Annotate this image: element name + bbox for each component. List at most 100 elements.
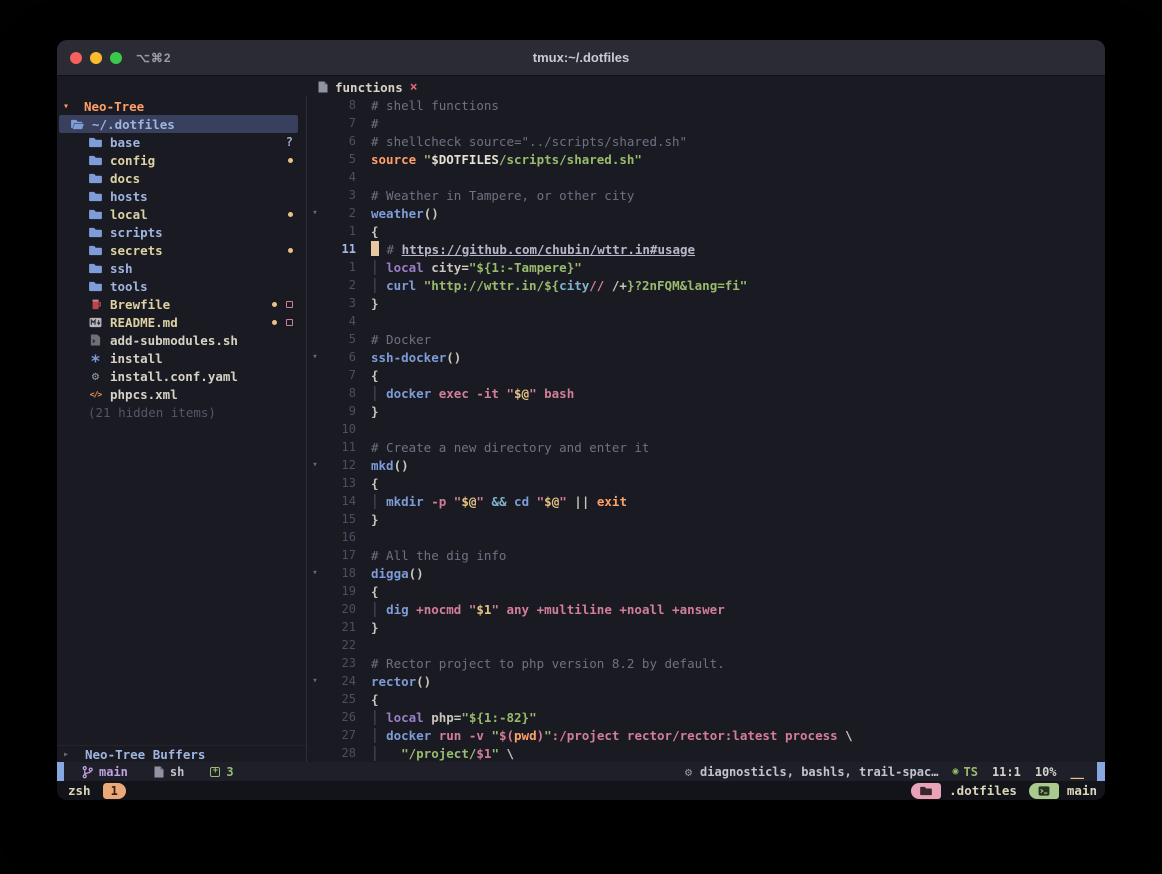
code-line[interactable]: 14│ mkdir -p "$@" && cd "$@" || exit <box>308 492 1105 510</box>
code-line[interactable]: 1│ local city="${1:-Tampere}" <box>308 258 1105 276</box>
tree-item-local[interactable]: local <box>57 205 306 223</box>
tmux-session-badge[interactable] <box>911 783 941 799</box>
neotree-root-header[interactable]: ▾Neo-Tree <box>57 97 306 115</box>
code-line[interactable]: 7# <box>308 114 1105 132</box>
code-token: () <box>446 350 461 365</box>
code-line[interactable]: 4 <box>308 168 1105 186</box>
code-line[interactable]: 26│ local php="${1:-82}" <box>308 708 1105 726</box>
line-number: 5 <box>322 152 356 166</box>
code-line[interactable]: 15} <box>308 510 1105 528</box>
code-line[interactable]: 9} <box>308 402 1105 420</box>
terminal-window: ⌥⌘2 tmux:~/.dotfiles functions × ▾Neo-Tr… <box>57 40 1105 800</box>
code-token: docker <box>386 728 431 743</box>
code-line[interactable]: 10 <box>308 420 1105 438</box>
code-line[interactable]: 5# Docker <box>308 330 1105 348</box>
line-text: # https://github.com/chubin/wttr.in#usag… <box>371 241 695 257</box>
tree-item-scripts[interactable]: scripts <box>57 223 306 241</box>
tree-item-hosts[interactable]: hosts <box>57 187 306 205</box>
statusline-end-block <box>1097 762 1105 781</box>
tree-item-readme-md[interactable]: README.md <box>57 313 306 331</box>
code-line[interactable]: 21} <box>308 618 1105 636</box>
tree-item-phpcs-xml[interactable]: </>phpcs.xml <box>57 385 306 403</box>
tree-item-install-conf-yaml[interactable]: ⚙install.conf.yaml <box>57 367 306 385</box>
line-text: digga() <box>371 566 424 581</box>
code-line[interactable]: ▾18digga() <box>308 564 1105 582</box>
code-token: -p " <box>424 494 462 509</box>
code-line[interactable]: ▾2weather() <box>308 204 1105 222</box>
tree-item-secrets[interactable]: secrets <box>57 241 306 259</box>
code-line[interactable]: 2 │ curl "http://wttr.in/${city// /+}?2nF… <box>308 276 1105 294</box>
line-text: │ curl "http://wttr.in/${city// /+}?2nFQ… <box>371 278 747 293</box>
code-line[interactable]: 25{ <box>308 690 1105 708</box>
tree-item-config[interactable]: config <box>57 151 306 169</box>
tmux-window-index-badge[interactable]: 1 <box>103 783 126 799</box>
code-line[interactable]: 3# Weather in Tampere, or other city <box>308 186 1105 204</box>
line-number: 15 <box>322 512 356 526</box>
tree-item-ssh[interactable]: ssh <box>57 259 306 277</box>
line-number: 2 <box>322 278 356 292</box>
tree-item-brewfile[interactable]: Brewfile <box>57 295 306 313</box>
line-text: { <box>371 692 379 707</box>
code-line[interactable]: 1{ <box>308 222 1105 240</box>
line-text: # shell functions <box>371 98 499 113</box>
tab-functions[interactable]: functions × <box>318 78 418 96</box>
code-line[interactable]: 3} <box>308 294 1105 312</box>
code-line[interactable]: 11# Create a new directory and enter it <box>308 438 1105 456</box>
code-line[interactable]: ▾12mkd() <box>308 456 1105 474</box>
code-line[interactable]: 22 <box>308 636 1105 654</box>
tree-item-label: README.md <box>110 315 178 330</box>
chevron-right-icon: ▸ <box>57 749 75 760</box>
code-line[interactable]: 20│ dig +nocmd "$1" any +multiline +noal… <box>308 600 1105 618</box>
tree-item-tools[interactable]: tools <box>57 277 306 295</box>
code-token: " <box>491 728 499 743</box>
cursor-position: 11:1 <box>992 765 1021 779</box>
neotree-buffers-section[interactable]: ▸ Neo-Tree Buffers <box>57 745 306 762</box>
fold-chevron-icon[interactable]: ▾ <box>308 460 322 470</box>
code-line[interactable]: 17# All the dig info <box>308 546 1105 564</box>
code-line[interactable]: ▾6ssh-docker() <box>308 348 1105 366</box>
code-token: run -v <box>431 728 491 743</box>
close-tab-icon[interactable]: × <box>410 80 418 95</box>
code-line[interactable]: 11 # https://github.com/chubin/wttr.in#u… <box>308 240 1105 258</box>
fold-chevron-icon[interactable]: ▾ <box>308 568 322 578</box>
url-link[interactable]: https://github.com/chubin/wttr.in#usage <box>402 242 696 257</box>
tree-item-label: ssh <box>110 261 133 276</box>
line-text: # Create a new directory and enter it <box>371 440 649 455</box>
code-line[interactable]: 7{ <box>308 366 1105 384</box>
line-text: │ dig +nocmd "$1" any +multiline +noall … <box>371 602 725 617</box>
code-line[interactable]: 8│ docker exec -it "$@" bash <box>308 384 1105 402</box>
code-token: # shell functions <box>371 98 499 113</box>
code-line[interactable]: 4 <box>308 312 1105 330</box>
line-number: 23 <box>322 656 356 670</box>
line-number: 28 <box>322 746 356 760</box>
tree-item-add-submodules-sh[interactable]: add-submodules.sh <box>57 331 306 349</box>
line-number: 17 <box>322 548 356 562</box>
folder-icon <box>88 137 103 148</box>
tree-item-docs[interactable]: docs <box>57 169 306 187</box>
tree-item-install[interactable]: *install <box>57 349 306 367</box>
code-line[interactable]: 19{ <box>308 582 1105 600</box>
fold-chevron-icon[interactable]: ▾ <box>308 352 322 362</box>
code-line[interactable]: ▾24rector() <box>308 672 1105 690</box>
code-line[interactable]: 6# shellcheck source="../scripts/shared.… <box>308 132 1105 150</box>
folder-icon <box>88 155 103 166</box>
tree-item-base[interactable]: base? <box>57 133 306 151</box>
tree-item--dotfiles[interactable]: ~/.dotfiles <box>57 115 306 133</box>
code-line[interactable]: 16 <box>308 528 1105 546</box>
code-line[interactable]: 27│ docker run -v "$(pwd)":/project rect… <box>308 726 1105 744</box>
code-line[interactable]: 28│ "/project/$1" \ <box>308 744 1105 762</box>
code-line[interactable]: 13{ <box>308 474 1105 492</box>
line-text: ssh-docker() <box>371 350 461 365</box>
code-line[interactable]: 23# Rector project to php version 8.2 by… <box>308 654 1105 672</box>
tree-item--21-hidden-items-[interactable]: (21 hidden items) <box>57 403 306 421</box>
filetype-label: sh <box>170 765 184 779</box>
fold-chevron-icon[interactable]: ▾ <box>308 676 322 686</box>
tmux-pane-badge[interactable] <box>1029 783 1059 799</box>
code-token: :/project rector/rector:latest process <box>552 728 846 743</box>
code-line[interactable]: 8# shell functions <box>308 96 1105 114</box>
fold-chevron-icon[interactable]: ▾ <box>308 208 322 218</box>
indent-guide: │ <box>371 494 386 509</box>
line-number: 4 <box>322 314 356 328</box>
line-text: # shellcheck source="../scripts/shared.s… <box>371 134 687 149</box>
code-line[interactable]: 5source "$DOTFILES/scripts/shared.sh" <box>308 150 1105 168</box>
